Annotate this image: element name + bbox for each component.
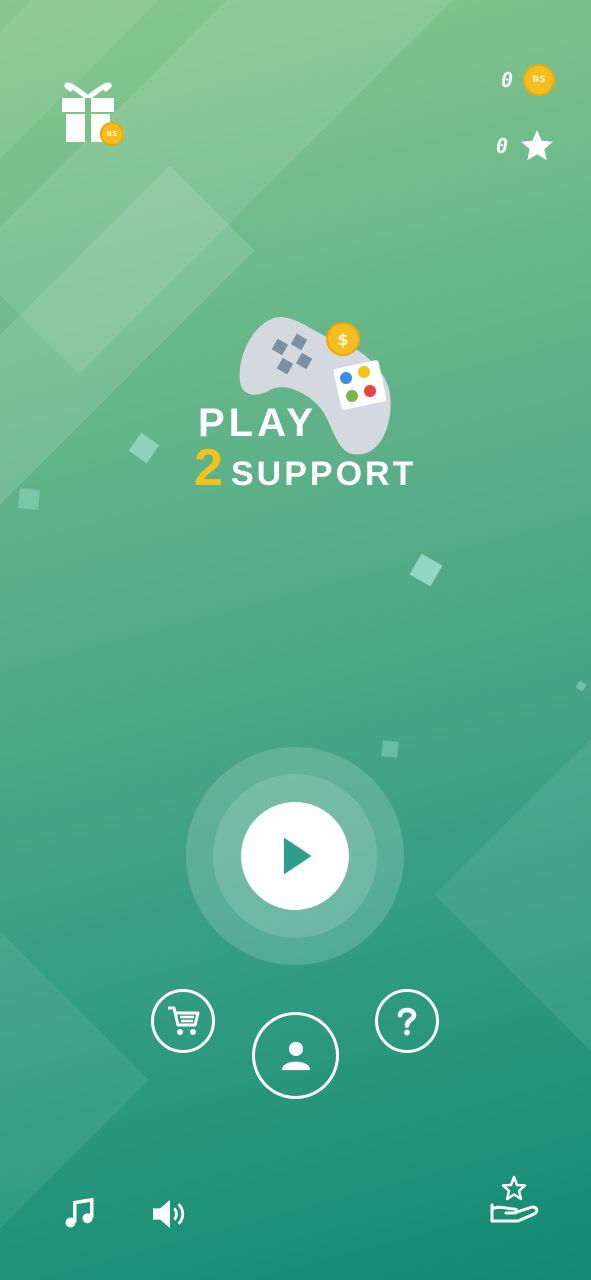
confetti-square [381, 740, 399, 758]
star-counter: 0 [496, 127, 556, 165]
bg-diamond [434, 654, 591, 1136]
help-button[interactable] [375, 989, 439, 1053]
music-note-icon [65, 1197, 94, 1228]
cart-icon [168, 1006, 200, 1035]
logo-coin-symbol: $ [337, 329, 349, 349]
logo-text-support: SUPPORT [231, 455, 417, 493]
confetti-square [128, 432, 160, 464]
star-count: 0 [495, 134, 508, 158]
gift-button[interactable]: BS [58, 82, 128, 148]
coin-count: 0 [500, 68, 513, 92]
question-icon [397, 1007, 417, 1036]
play-button[interactable] [241, 802, 349, 910]
donate-button[interactable] [488, 1175, 540, 1227]
shop-button[interactable] [151, 989, 215, 1053]
music-toggle-button[interactable] [62, 1197, 96, 1231]
coin-counter: 0 BS [501, 64, 555, 96]
sound-toggle-button[interactable] [150, 1197, 190, 1231]
hand-star-icon [490, 1175, 539, 1223]
logo-coin: $ [326, 322, 360, 356]
speaker-icon [153, 1199, 185, 1229]
gift-coin-badge: BS [100, 122, 124, 146]
star-icon [521, 130, 553, 161]
user-icon [281, 1041, 310, 1070]
gift-coin-symbol: BS [106, 130, 118, 138]
confetti-square [575, 680, 587, 692]
play-icon [284, 837, 312, 875]
logo-text-number: 2 [194, 439, 223, 497]
coin-symbol: BS [532, 75, 546, 85]
confetti-square [18, 488, 40, 510]
profile-button[interactable] [252, 1012, 339, 1099]
coin-icon: BS [523, 64, 555, 96]
confetti-square [409, 553, 443, 587]
